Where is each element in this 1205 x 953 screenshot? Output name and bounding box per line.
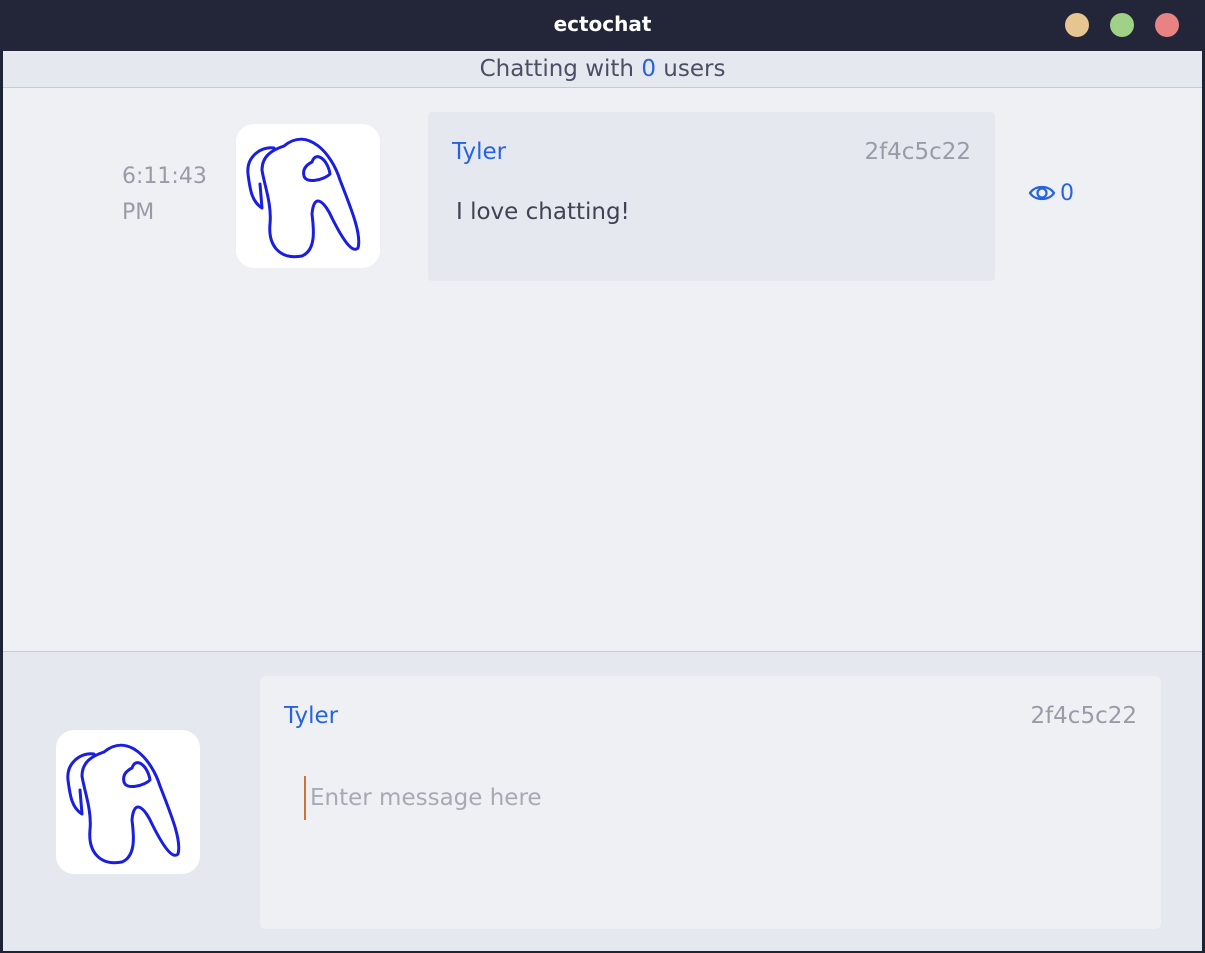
crewmate-drawing-icon (66, 743, 181, 865)
status-bar: Chatting with 0 users (3, 51, 1202, 88)
user-count: 0 (641, 56, 656, 82)
status-prefix: Chatting with (479, 56, 635, 82)
message-author[interactable]: Tyler (452, 139, 506, 165)
composer-avatar (56, 730, 200, 874)
composer-author: Tyler (284, 703, 339, 729)
message-timestamp: 6:11:43 PM (122, 159, 222, 231)
composer: Tyler 2f4c5c22 (3, 651, 1202, 951)
close-button[interactable] (1155, 13, 1179, 37)
message-bubble: Tyler 2f4c5c22 I love chatting! (428, 112, 995, 281)
message-text: I love chatting! (456, 199, 630, 225)
composer-card: Tyler 2f4c5c22 (260, 676, 1161, 929)
title-bar: ectochat (0, 0, 1205, 51)
chat-window: Chatting with 0 users 6:11:43 PM Tyler 2… (3, 51, 1202, 951)
status-suffix: users (663, 56, 726, 82)
eye-icon (1028, 185, 1056, 201)
seen-indicator[interactable]: 0 (1028, 178, 1074, 208)
maximize-button[interactable] (1110, 13, 1134, 37)
window-title: ectochat (553, 12, 652, 36)
timestamp-meridiem: PM (122, 200, 155, 225)
timestamp-time: 6:11:43 (122, 164, 207, 189)
composer-author-id: 2f4c5c22 (1030, 703, 1137, 729)
message-author-id: 2f4c5c22 (864, 139, 971, 165)
seen-count: 0 (1060, 180, 1074, 206)
message-avatar (236, 124, 380, 268)
message-input[interactable] (304, 776, 1114, 820)
minimize-button[interactable] (1065, 13, 1089, 37)
crewmate-drawing-icon (246, 137, 361, 259)
